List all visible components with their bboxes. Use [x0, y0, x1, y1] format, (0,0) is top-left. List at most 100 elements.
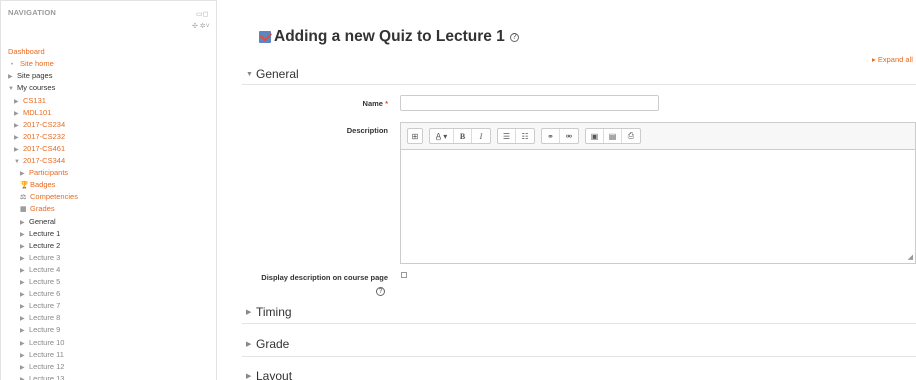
nav-item-label: 2017-CS234 [23, 120, 66, 129]
manage-files-icon[interactable]: ⎙ [622, 129, 640, 143]
name-input[interactable] [400, 95, 659, 111]
collapsed-arrow-icon: ▶ [20, 292, 25, 298]
nav-item-label: Lecture 9 [29, 325, 61, 334]
section-divider [242, 323, 916, 324]
name-label: Name * [342, 99, 388, 108]
expanded-arrow-icon: ▼ [8, 86, 14, 92]
collapsed-arrow-icon: ▶ [20, 316, 25, 322]
nav-item[interactable]: ▼ 2017-CS344 [14, 156, 65, 167]
competency-icon: ⚖ [20, 194, 27, 201]
nav-item[interactable]: ▶ Lecture 12 [20, 362, 64, 373]
collapsed-arrow-icon: ▶ [14, 147, 19, 153]
collapsed-arrow-icon: ▶ [20, 365, 25, 371]
nav-item-label: Dashboard [8, 47, 45, 56]
collapse-arrow-icon: ▼ [246, 70, 253, 78]
nav-item[interactable]: ▶ Lecture 9 [20, 325, 60, 336]
nav-item[interactable]: ▶ Lecture 13 [20, 374, 64, 380]
toolbar-group-style: A̲ ▾ B I [429, 128, 491, 144]
collapsed-arrow-icon: ▶ [14, 111, 19, 117]
nav-item-label: Lecture 1 [29, 229, 61, 238]
block-actions-icon[interactable]: ✣ ✲˅ [192, 23, 210, 31]
collapsed-arrow-icon: ▶ [20, 280, 25, 286]
toolbar-group-media: ▣ ▤ ⎙ [585, 128, 641, 144]
bold-icon[interactable]: B [454, 129, 472, 143]
expand-arrow-icon: ▶ [246, 309, 252, 316]
help-icon[interactable]: ? [376, 287, 385, 296]
nav-item-label: Lecture 7 [29, 301, 61, 310]
nav-item-label: 2017-CS232 [23, 132, 66, 141]
link-icon[interactable]: ⚭ [542, 129, 560, 143]
display-description-label: Display description on course page [261, 273, 388, 282]
nav-item[interactable]: ⚖ Competencies [20, 192, 78, 202]
nav-item[interactable]: ▶ CS131 [14, 96, 46, 107]
insert-media-icon[interactable]: ▤ [604, 129, 622, 143]
nav-item[interactable]: ▶ Lecture 7 [20, 301, 60, 312]
display-description-checkbox[interactable] [401, 272, 407, 278]
collapsed-arrow-icon: ▶ [8, 74, 13, 80]
collapsed-arrow-icon: ▶ [20, 256, 25, 262]
collapsed-arrow-icon: ▶ [20, 220, 25, 226]
description-editor[interactable]: ⊞ A̲ ▾ B I ☰ ☷ ⚭ ⚮ ▣ ▤ ⎙ ◢ [400, 122, 916, 264]
nav-item-label: Lecture 2 [29, 241, 61, 250]
nav-item[interactable]: ▶ Lecture 8 [20, 313, 60, 324]
editor-toolbar: ⊞ A̲ ▾ B I ☰ ☷ ⚭ ⚮ ▣ ▤ ⎙ [401, 123, 915, 150]
nav-item[interactable]: ▶ Lecture 2 [20, 241, 60, 252]
nav-item[interactable]: ▶ 2017-CS234 [14, 120, 65, 131]
nav-item[interactable]: ▦ Grades [20, 204, 55, 214]
nav-item[interactable]: • Site home [11, 59, 54, 70]
nav-item[interactable]: ▶ MDL101 [14, 108, 51, 119]
nav-item[interactable]: ▶ Lecture 10 [20, 338, 64, 349]
nav-item[interactable]: ▶ Lecture 3 [20, 253, 60, 264]
section-general[interactable]: ▼ General [246, 67, 299, 81]
section-timing-label: Timing [256, 305, 292, 319]
nav-item-label: Site home [20, 59, 54, 68]
bullet-icon: • [11, 62, 14, 68]
nav-item[interactable]: ▼ My courses [8, 83, 55, 94]
collapsed-arrow-icon: ▶ [20, 304, 25, 310]
nav-item[interactable]: Dashboard [8, 47, 45, 56]
main-region: Adding a new Quiz to Lecture 1 ? ▸ Expan… [242, 0, 916, 380]
nav-item[interactable]: ▶ Site pages [8, 71, 52, 82]
collapsed-arrow-icon: ▶ [20, 353, 25, 359]
nav-item[interactable]: ▶ Participants [20, 168, 68, 179]
nav-item[interactable]: ▶ Lecture 1 [20, 229, 60, 240]
nav-item-label: Lecture 10 [29, 338, 65, 347]
nav-item[interactable]: ▶ Lecture 11 [20, 350, 64, 361]
required-icon: * [385, 99, 388, 108]
collapsed-arrow-icon: ▶ [20, 244, 25, 250]
trophy-icon: 🏆 [20, 182, 29, 189]
nav-item[interactable]: ▶ Lecture 6 [20, 289, 60, 300]
dock-block-icon[interactable]: ▭◻ [196, 11, 210, 18]
insert-image-icon[interactable]: ▣ [586, 129, 604, 143]
section-grade[interactable]: ▶ Grade [246, 337, 289, 351]
resize-handle-icon[interactable]: ◢ [908, 254, 913, 261]
nav-item[interactable]: ▶ Lecture 4 [20, 265, 60, 276]
page-title: Adding a new Quiz to Lecture 1 ? [259, 28, 519, 46]
nav-item[interactable]: ▶ 2017-CS232 [14, 132, 65, 143]
nav-item-label: CS131 [23, 96, 46, 105]
nav-item[interactable]: ▶ General [20, 217, 56, 228]
unlink-icon[interactable]: ⚮ [560, 129, 578, 143]
collapsed-arrow-icon: ▶ [20, 328, 25, 334]
nav-item-label: Lecture 4 [29, 265, 61, 274]
italic-icon[interactable]: I [472, 129, 490, 143]
section-divider [242, 356, 916, 357]
nav-item[interactable]: ▶ Lecture 5 [20, 277, 60, 288]
nav-item-label: 2017-CS461 [23, 144, 66, 153]
nav-item-label: 2017-CS344 [23, 156, 66, 165]
nav-item-label: Lecture 8 [29, 313, 61, 322]
unordered-list-icon[interactable]: ☰ [498, 129, 516, 143]
ordered-list-icon[interactable]: ☷ [516, 129, 534, 143]
paragraph-styles-icon[interactable]: A̲ ▾ [430, 129, 454, 143]
nav-item[interactable]: ▶ 2017-CS461 [14, 144, 65, 155]
section-layout[interactable]: ▶ Layout [246, 369, 292, 380]
collapsed-arrow-icon: ▶ [20, 171, 25, 177]
section-timing[interactable]: ▶ Timing [246, 305, 292, 319]
collapsed-arrow-icon: ▶ [14, 99, 19, 105]
nav-item[interactable]: 🏆Badges [20, 180, 55, 190]
expand-all-link[interactable]: ▸ Expand all [872, 55, 913, 64]
show-more-buttons-icon[interactable]: ⊞ [408, 129, 422, 143]
section-general-label: General [256, 67, 299, 81]
help-icon[interactable]: ? [509, 32, 519, 42]
quiz-icon [259, 31, 271, 43]
